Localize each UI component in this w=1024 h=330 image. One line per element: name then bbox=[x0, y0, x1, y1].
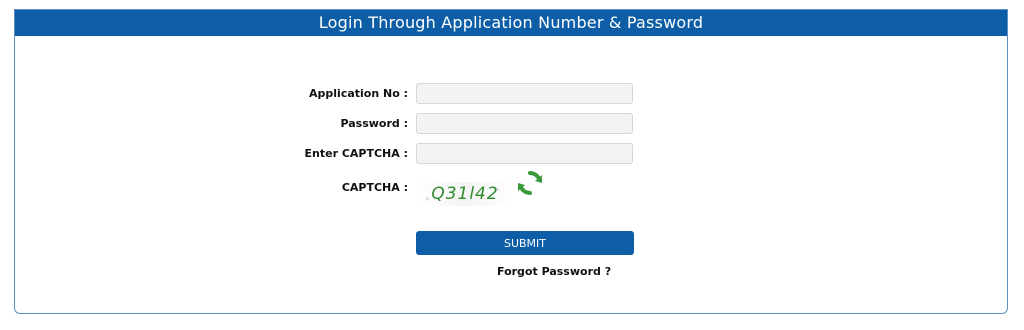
panel-title: Login Through Application Number & Passw… bbox=[15, 10, 1007, 36]
refresh-icon[interactable] bbox=[516, 169, 544, 197]
captcha-image: Q31l42 bbox=[418, 182, 512, 206]
password-input[interactable] bbox=[416, 113, 633, 134]
captcha-label: CAPTCHA : bbox=[341, 181, 408, 194]
captcha-label-wrap: CAPTCHA : bbox=[215, 177, 408, 199]
captcha-input-label-wrap: Enter CAPTCHA : bbox=[215, 143, 409, 165]
application-no-input[interactable] bbox=[416, 83, 633, 104]
application-no-label-wrap: Application No : bbox=[215, 83, 408, 105]
forgot-password-link[interactable]: Forgot Password ? bbox=[497, 265, 611, 278]
login-panel: Login Through Application Number & Passw… bbox=[14, 9, 1008, 314]
password-label-wrap: Password : bbox=[215, 113, 408, 135]
captcha-input[interactable] bbox=[416, 143, 633, 164]
password-label: Password : bbox=[340, 117, 408, 130]
captcha-input-label: Enter CAPTCHA : bbox=[304, 147, 409, 160]
application-no-label: Application No : bbox=[309, 87, 408, 100]
submit-button[interactable]: SUBMIT bbox=[416, 231, 634, 255]
